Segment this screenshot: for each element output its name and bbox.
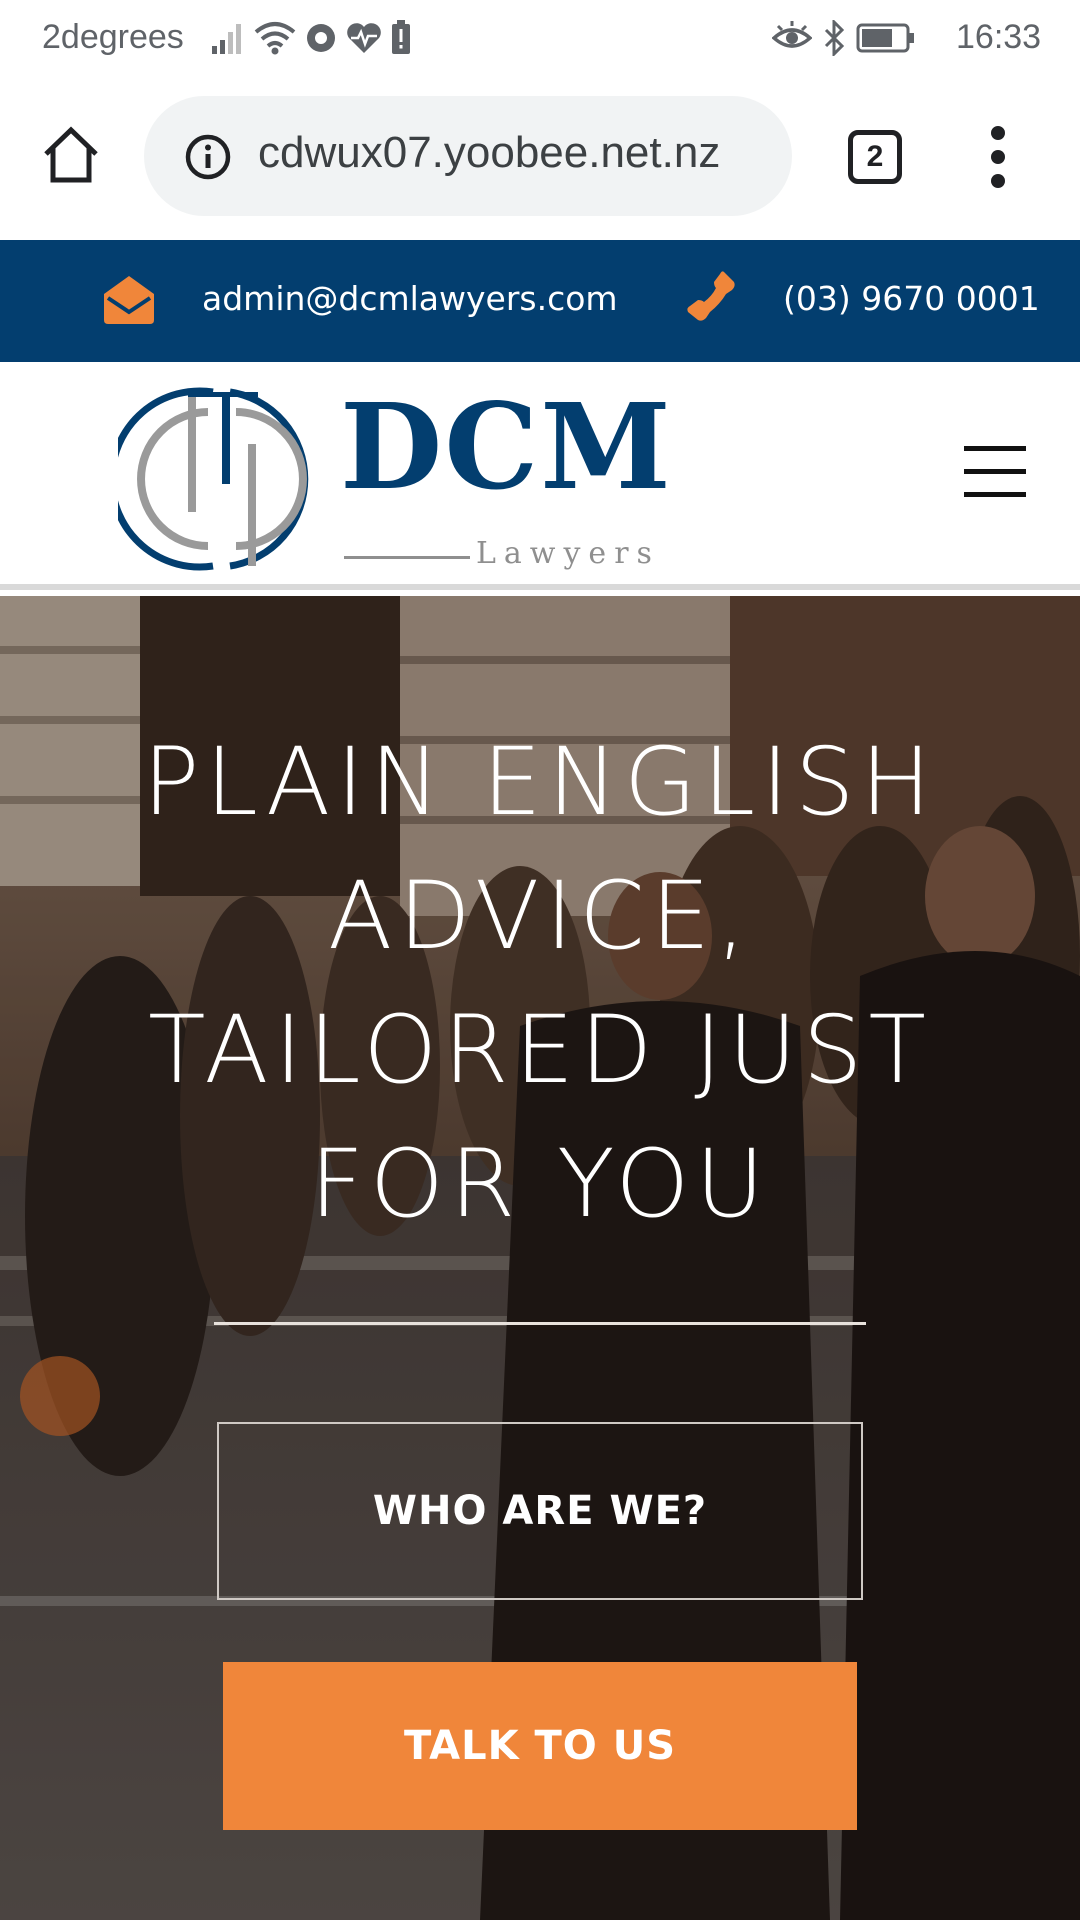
contact-email-link[interactable]: admin@dcmlawyers.com: [202, 279, 618, 318]
hero-heading-line: PLAIN ENGLISH: [142, 728, 938, 837]
hero-heading: PLAIN ENGLISH ADVICE, TAILORED JUST FOR …: [60, 716, 1020, 1252]
battery-alert-icon: [392, 20, 410, 54]
heart-rate-icon: [347, 23, 381, 53]
hero-heading-line: ADVICE,: [328, 862, 752, 971]
battery-icon: [856, 23, 914, 53]
dcm-logo[interactable]: DCM Lawyers: [118, 384, 671, 574]
logo-wordmark: DCM: [340, 377, 673, 516]
status-left-icons: [210, 14, 412, 62]
hamburger-menu-icon[interactable]: [964, 446, 1026, 498]
tab-switcher-button[interactable]: 2: [848, 130, 902, 184]
logo-mark-icon: [118, 387, 309, 571]
home-icon[interactable]: [40, 124, 102, 186]
hero-section: PLAIN ENGLISH ADVICE, TAILORED JUST FOR …: [0, 596, 1080, 1920]
record-icon: [307, 24, 335, 52]
logo-rule: [344, 556, 470, 559]
carrier-name: 2degrees: [42, 18, 184, 56]
address-bar[interactable]: cdwux07.yoobee.net.nz: [144, 96, 792, 216]
talk-to-us-button[interactable]: TALK TO US: [223, 1662, 857, 1830]
browser-menu-icon[interactable]: [984, 126, 1012, 188]
hero-heading-line: FOR YOU: [309, 1130, 771, 1239]
phone-icon: [687, 271, 735, 321]
status-bar: 2degrees 16:33: [0, 0, 1080, 74]
url-text[interactable]: cdwux07.yoobee.net.nz: [258, 128, 720, 178]
bluetooth-icon: [824, 20, 845, 56]
hero-heading-line: TAILORED JUST: [148, 996, 932, 1105]
contact-phone-link[interactable]: (03) 9670 0001: [783, 279, 1040, 318]
site-header: DCM Lawyers: [0, 362, 1080, 590]
signal-icon: [212, 24, 241, 54]
status-right-icons: [772, 14, 916, 62]
hero-divider: [214, 1322, 866, 1325]
logo-subtitle: Lawyers: [476, 536, 660, 571]
info-icon[interactable]: [184, 133, 232, 181]
who-are-we-button[interactable]: WHO ARE WE?: [217, 1422, 863, 1600]
wifi-icon: [254, 22, 296, 55]
envelope-icon: [104, 276, 154, 324]
contact-bar: admin@dcmlawyers.com (03) 9670 0001: [0, 240, 1080, 362]
browser-toolbar: cdwux07.yoobee.net.nz 2: [0, 74, 1080, 240]
eye-icon: [772, 21, 812, 48]
clock: 16:33: [956, 18, 1042, 56]
